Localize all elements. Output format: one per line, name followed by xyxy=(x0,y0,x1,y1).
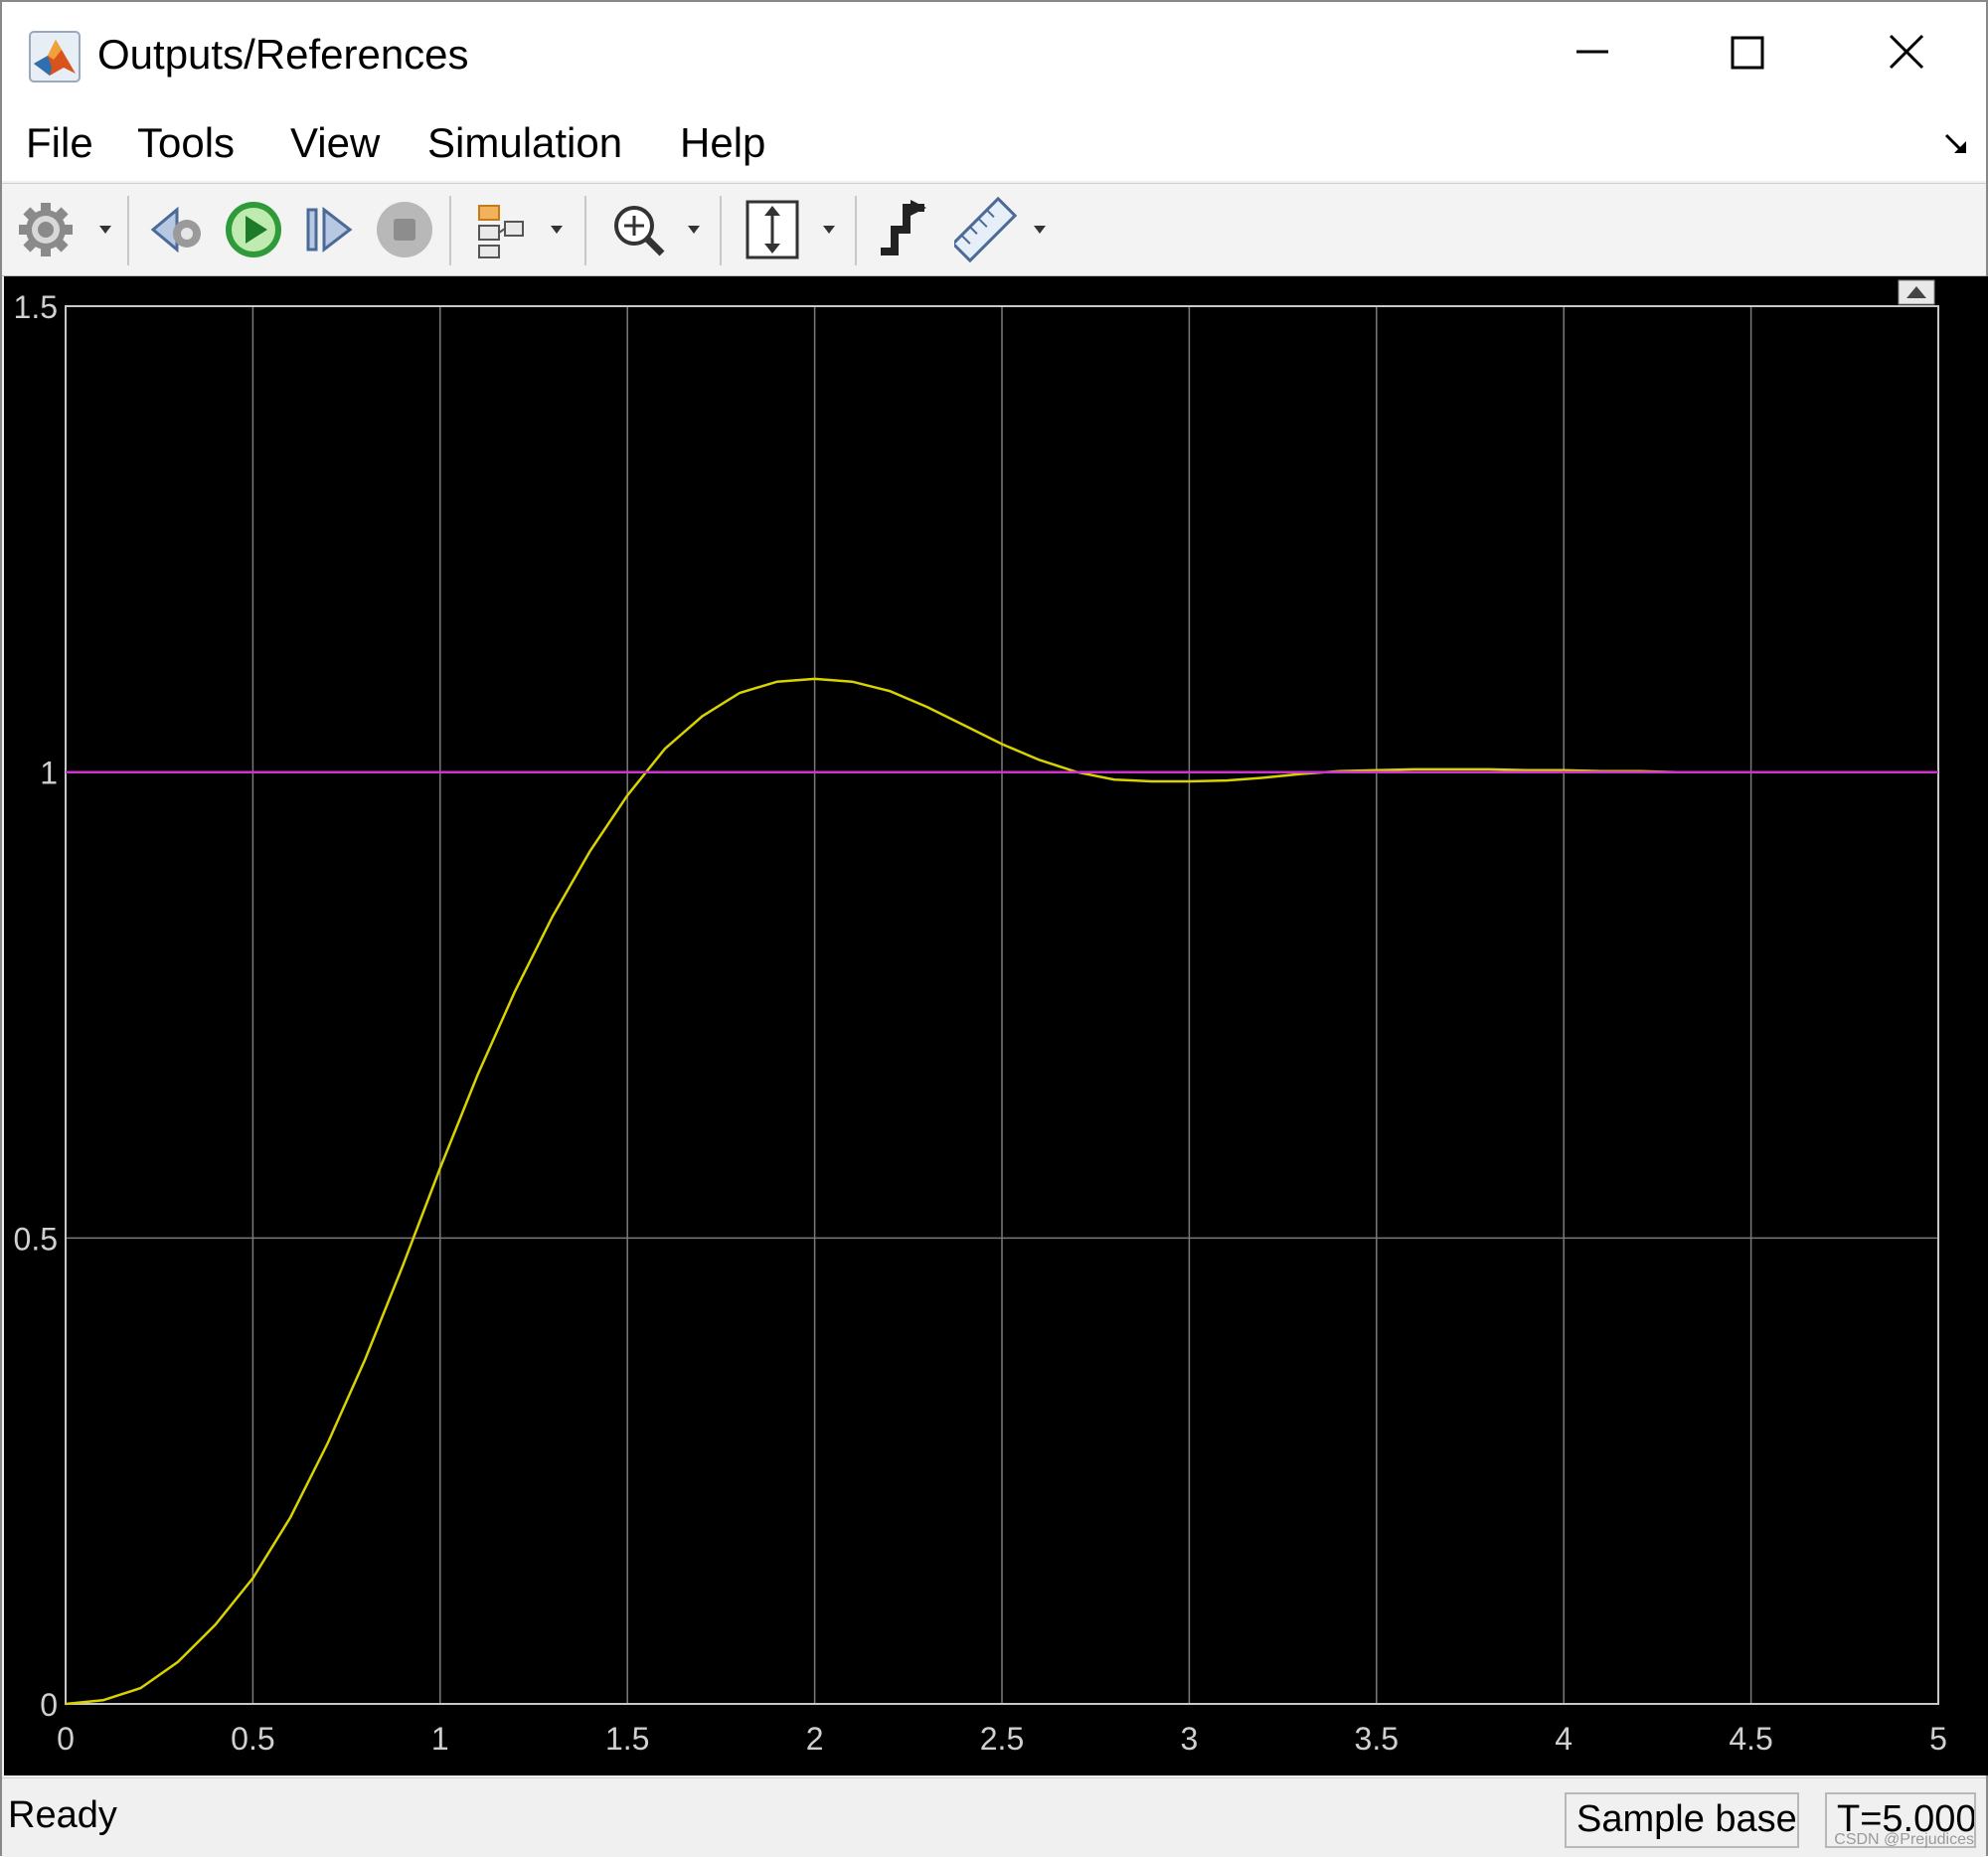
toolbar-separator xyxy=(584,196,586,265)
y-tick-label: 1.5 xyxy=(14,289,58,325)
menu-simulation[interactable]: Simulation xyxy=(427,113,622,173)
output-response-line xyxy=(65,677,1714,1706)
x-tick-label: 3 xyxy=(1181,1721,1199,1757)
stop-icon xyxy=(377,202,432,257)
play-icon xyxy=(226,202,281,257)
triggers-button[interactable] xyxy=(877,196,932,263)
y-tick-label: 0.5 xyxy=(14,1221,58,1257)
highlight-block-icon xyxy=(478,205,563,258)
x-tick-label: 4.5 xyxy=(1729,1721,1772,1757)
settings-button[interactable] xyxy=(14,196,117,263)
x-tick-label: 1.5 xyxy=(605,1721,649,1757)
scope-window: Outputs/References File Tools View Simul… xyxy=(0,0,1988,1857)
x-tick-label: 2 xyxy=(806,1721,824,1757)
matlab-logo-icon xyxy=(28,30,82,84)
maximize-button[interactable] xyxy=(1698,16,1797,91)
stop-button[interactable] xyxy=(374,196,435,263)
x-tick-label: 2.5 xyxy=(980,1721,1024,1757)
trigger-icon xyxy=(881,200,926,255)
window-title: Outputs/References xyxy=(97,31,469,78)
x-tick-label: 0.5 xyxy=(231,1721,274,1757)
highlight-block-button[interactable] xyxy=(471,196,575,263)
scale-y-axis-icon xyxy=(746,200,835,259)
gear-icon xyxy=(19,203,111,256)
menu-help[interactable]: Help xyxy=(680,113,765,173)
sampling-mode-indicator: Sample based xyxy=(1565,1792,1799,1848)
scope-display[interactable]: 0 0.5 1 1.5 2 2.5 3 3.5 4 4.5 5 0 0.5 1 1.5 xyxy=(4,276,1988,1775)
toolbar-separator xyxy=(127,196,129,265)
run-button[interactable] xyxy=(223,196,284,263)
y-tick-label: 0 xyxy=(40,1687,58,1723)
ruler-icon xyxy=(954,196,1046,263)
zoom-button[interactable] xyxy=(606,196,710,263)
zoom-in-icon xyxy=(614,206,700,256)
menu-bar: File Tools View Simulation Help xyxy=(2,105,1986,181)
menu-view[interactable]: View xyxy=(290,113,380,173)
toolbar-separator xyxy=(449,196,451,265)
watermark: CSDN @Prejudices xyxy=(1834,1831,1974,1848)
x-tick-label: 3.5 xyxy=(1355,1721,1399,1757)
maximize-icon xyxy=(1731,36,1764,70)
x-tick-label: 0 xyxy=(57,1721,75,1757)
close-button[interactable] xyxy=(1857,16,1956,91)
title-bar: Outputs/References xyxy=(2,2,1986,105)
minimize-icon xyxy=(1576,50,1608,54)
toolbar-separator xyxy=(855,196,857,265)
toolbar xyxy=(2,183,1986,276)
close-icon xyxy=(1889,34,1924,70)
scale-axes-button[interactable] xyxy=(744,196,847,263)
status-text: Ready xyxy=(8,1794,117,1836)
y-tick-label: 1 xyxy=(40,756,58,791)
step-forward-icon xyxy=(306,206,353,253)
x-tick-label: 4 xyxy=(1555,1721,1573,1757)
minimize-button[interactable] xyxy=(1543,16,1642,91)
undock-arrow-icon[interactable] xyxy=(1942,129,1970,157)
step-back-icon xyxy=(150,206,201,253)
response-plot: 0 0.5 1 1.5 2 2.5 3 3.5 4 4.5 5 0 0.5 1 1.5 xyxy=(14,279,1947,1757)
x-tick-label: 5 xyxy=(1929,1721,1947,1757)
measurements-button[interactable] xyxy=(954,196,1058,263)
menu-file[interactable]: File xyxy=(26,113,93,173)
menu-tools[interactable]: Tools xyxy=(137,113,235,173)
x-tick-label: 1 xyxy=(431,1721,449,1757)
toolbar-separator xyxy=(720,196,722,265)
step-back-button[interactable] xyxy=(147,196,213,263)
step-forward-button[interactable] xyxy=(300,196,360,263)
status-bar: Ready Sample based T=5.000 CSDN @Prejudi… xyxy=(2,1777,1986,1857)
